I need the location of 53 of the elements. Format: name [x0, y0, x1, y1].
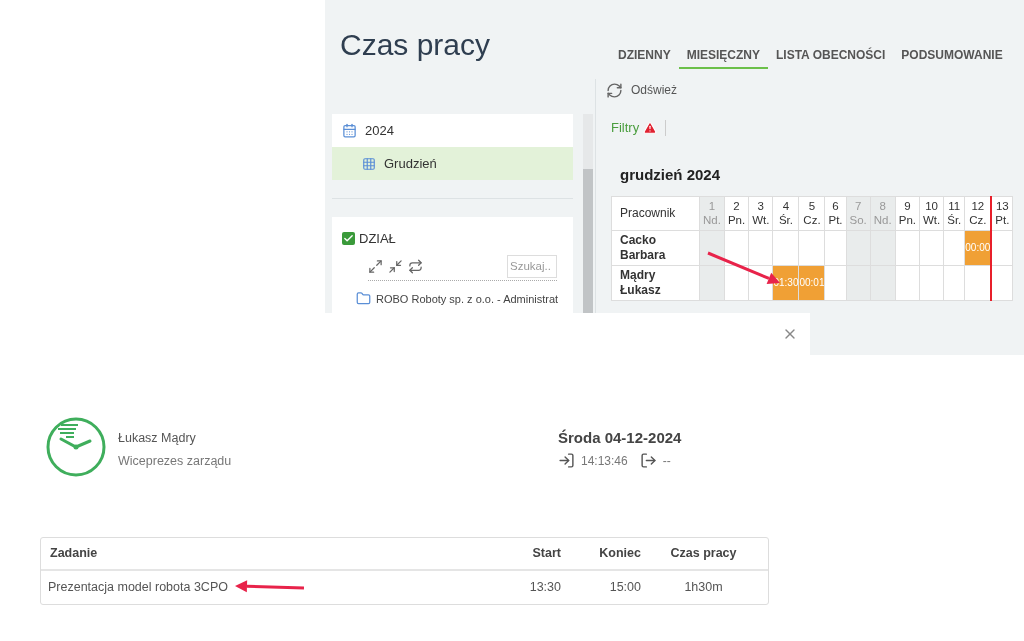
employee-name: Cacko Barbara	[611, 230, 700, 265]
clock-icon	[46, 417, 106, 477]
calendar-icon	[342, 123, 357, 138]
column-header: Start	[531, 545, 561, 563]
day-header: 12 Cz.	[964, 196, 992, 230]
day-header: 1 Nd.	[699, 196, 725, 230]
day-header: 7 So.	[846, 196, 871, 230]
tab[interactable]: PODSUMOWANIE	[893, 42, 1011, 69]
column-header: Koniec	[598, 545, 641, 563]
clock-out-time: --	[662, 452, 671, 470]
grid-icon	[362, 156, 376, 171]
scrollbar-thumb[interactable]	[583, 169, 593, 313]
day-header: 13 Pt.	[991, 196, 1013, 230]
column-header: Czas pracy	[669, 545, 738, 563]
tree-item[interactable]: ROBO Roboty sp. z o.o. - Administrat	[356, 290, 559, 307]
employee-name: Łukasz Mądry	[118, 430, 197, 447]
page-title: Czas pracy	[340, 27, 492, 63]
refresh-button[interactable]: Odśwież	[606, 79, 1024, 101]
table-cell: Prezentacja model robota 3CPO	[48, 580, 228, 595]
day-header: 9 Pn.	[895, 196, 920, 230]
day-header: 5 Cz.	[798, 196, 825, 230]
column-header: Pracownik	[611, 196, 700, 230]
day-header: 8 Nd.	[870, 196, 896, 230]
annotation-arrow	[235, 580, 305, 593]
employee-position: Wiceprezes zarządu	[118, 452, 233, 470]
day-header: 6 Pt.	[825, 196, 847, 230]
clock-out-icon	[639, 452, 657, 469]
day-header: 11 Śr.	[943, 196, 965, 230]
employee-name: Mądry Łukasz	[611, 265, 700, 300]
day-header: 4 Śr.	[772, 196, 799, 230]
department-checkbox[interactable]: DZIAŁ	[342, 229, 573, 249]
clock-in-icon	[558, 452, 575, 469]
expand-icon[interactable]	[368, 258, 383, 274]
schedule-title: grudzień 2024	[620, 165, 722, 185]
day-header: 10 Wt.	[919, 196, 944, 230]
tree-item[interactable]: Grudzień	[332, 147, 573, 180]
folder-icon	[356, 291, 371, 307]
swap-icon[interactable]	[408, 258, 423, 274]
table-cell: 15:00	[609, 580, 641, 595]
date-heading: Środa 04-12-2024	[558, 428, 682, 448]
tab[interactable]: LISTA OBECNOŚCI	[768, 42, 894, 69]
search-field[interactable]: Szukaj..	[507, 254, 557, 278]
clock-in-time: 14:13:46	[581, 452, 628, 470]
refresh-icon	[606, 81, 623, 99]
tab[interactable]: DZIENNY	[610, 42, 679, 69]
table-cell: 1h30m	[684, 580, 723, 595]
collapse-icon[interactable]	[388, 258, 403, 274]
checkbox-icon	[342, 232, 355, 246]
column-header: Zadanie	[49, 545, 99, 563]
table-cell: 13:30	[529, 580, 561, 595]
day-header: 3 Wt.	[748, 196, 773, 230]
tab[interactable]: MIESIĘCZNY	[678, 42, 768, 69]
day-header: 2 Pn.	[724, 196, 749, 230]
